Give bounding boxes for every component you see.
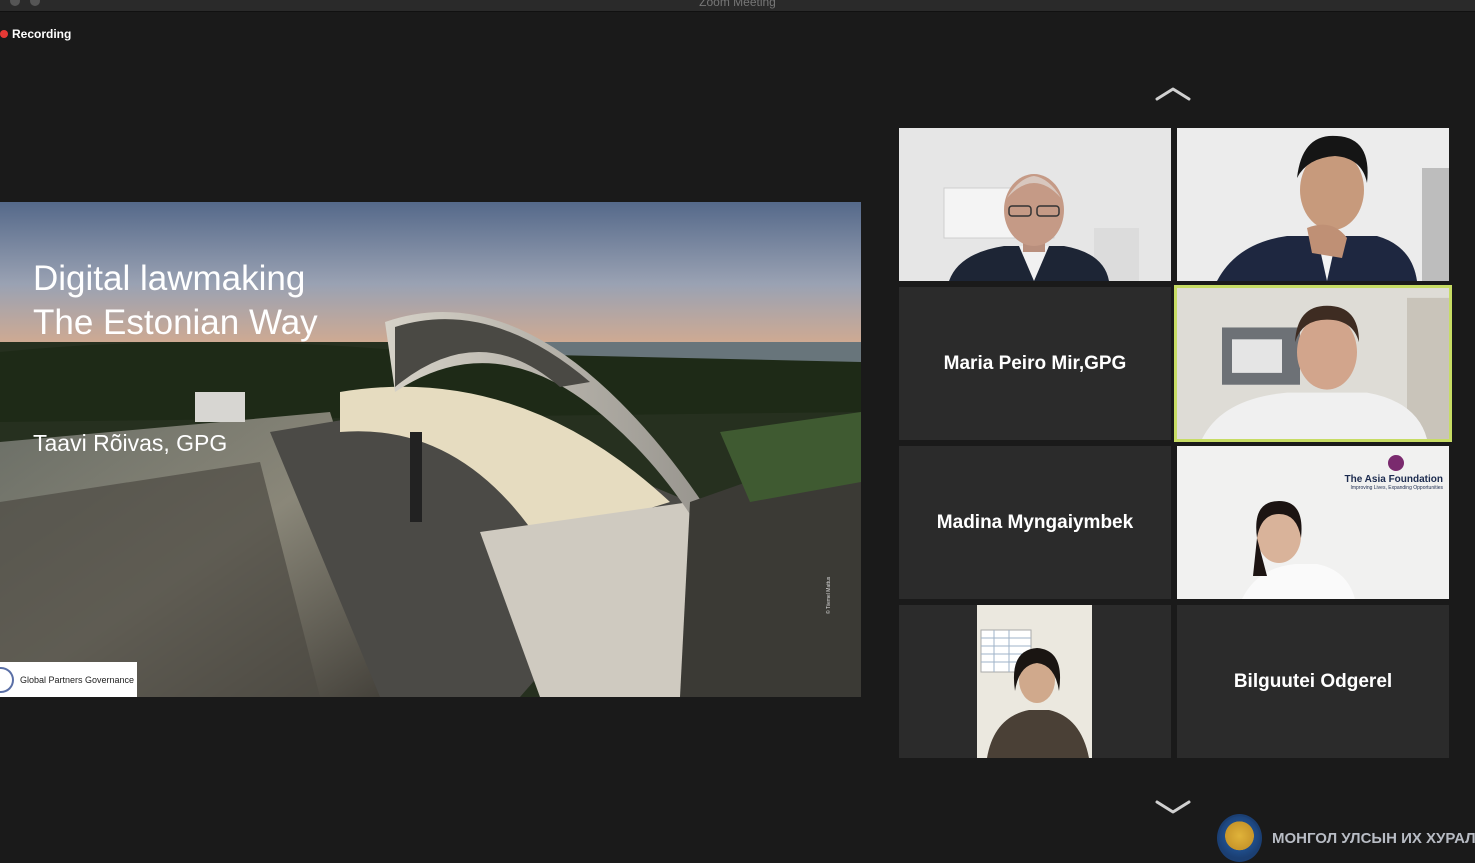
gallery-scroll-down-button[interactable] — [1155, 798, 1191, 816]
slide-title-line2: The Estonian Way — [33, 303, 318, 342]
participant-name-8: Bilguutei Odgerel — [1233, 670, 1393, 692]
participant-name-3: Maria Peiro Mir,GPG — [943, 352, 1127, 374]
chevron-down-icon — [1155, 800, 1191, 814]
participant-tile-6[interactable]: The Asia Foundation Improving Lives, Exp… — [1177, 446, 1449, 599]
gpg-logo-icon — [0, 666, 14, 693]
gpg-logo-text: Global Partners Governance — [20, 674, 135, 685]
parliament-watermark-text: МОНГОЛ УЛСЫН ИХ ХУРАЛ — [1272, 829, 1475, 847]
participant-video-2 — [1177, 128, 1449, 281]
participant-name-5: Madina Myngaiymbek — [936, 511, 1134, 533]
participant-video-6 — [1177, 446, 1449, 599]
window-titlebar: Zoom Meeting — [0, 0, 1475, 12]
recording-indicator[interactable]: Recording — [0, 27, 71, 41]
participant-video-4 — [1177, 288, 1449, 439]
photo-credit: © Tiiemel Mattus — [826, 576, 832, 614]
slide-title-line1: Digital lawmaking — [33, 259, 306, 298]
asia-foundation-banner: The Asia Foundation Improving Lives, Exp… — [1344, 474, 1443, 491]
chevron-up-icon — [1155, 87, 1191, 101]
participant-tile-4-active-speaker[interactable] — [1174, 285, 1452, 442]
recording-label: Recording — [12, 27, 72, 41]
mongolia-emblem-icon — [1217, 814, 1262, 862]
shared-screen[interactable]: Digital lawmaking The Estonian Way Taavi… — [0, 202, 861, 697]
asia-foundation-title: The Asia Foundation — [1344, 474, 1443, 485]
participant-video-1 — [899, 128, 1171, 281]
participant-tile-2[interactable] — [1177, 128, 1449, 281]
participant-tile-7[interactable] — [899, 605, 1171, 758]
participant-tile-8[interactable]: Bilguutei Odgerel — [1177, 605, 1449, 758]
asia-foundation-tagline: Improving Lives, Expanding Opportunities — [1350, 485, 1443, 491]
participant-video-7 — [899, 605, 1171, 758]
gpg-logo: Global Partners Governance — [0, 662, 137, 697]
recording-dot-icon — [0, 30, 8, 38]
slide-author: Taavi Rõivas, GPG — [33, 430, 228, 456]
parliament-watermark: МОНГОЛ УЛСЫН ИХ ХУРАЛ — [1217, 814, 1475, 862]
gallery-scroll-up-button[interactable] — [1155, 85, 1191, 103]
participant-tile-5[interactable]: Madina Myngaiymbek — [899, 446, 1171, 599]
participant-tile-1[interactable] — [899, 128, 1171, 281]
window-title: Zoom Meeting — [699, 0, 776, 9]
slide-title: Digital lawmaking The Estonian Way — [33, 257, 318, 345]
participant-tile-3[interactable]: Maria Peiro Mir,GPG — [899, 287, 1171, 440]
